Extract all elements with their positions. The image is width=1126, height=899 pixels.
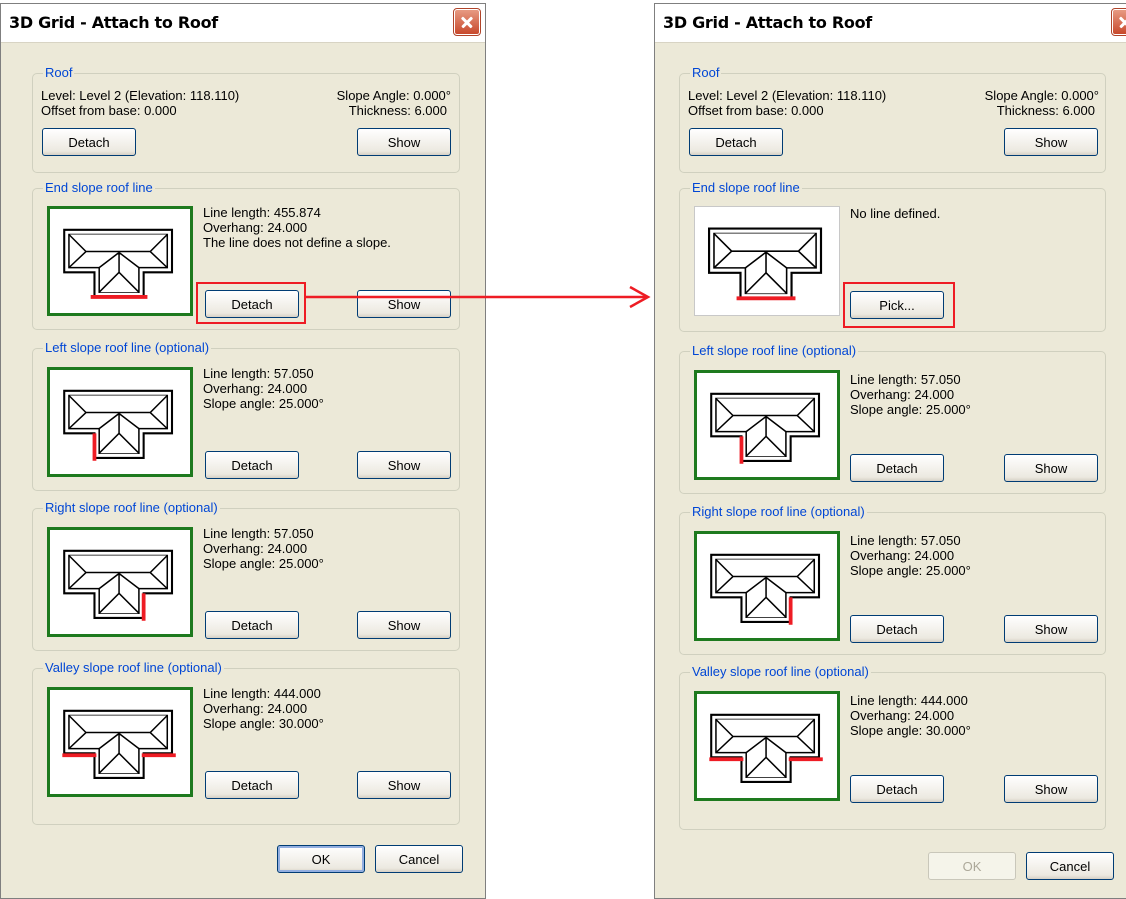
- transition-arrow: [305, 285, 651, 309]
